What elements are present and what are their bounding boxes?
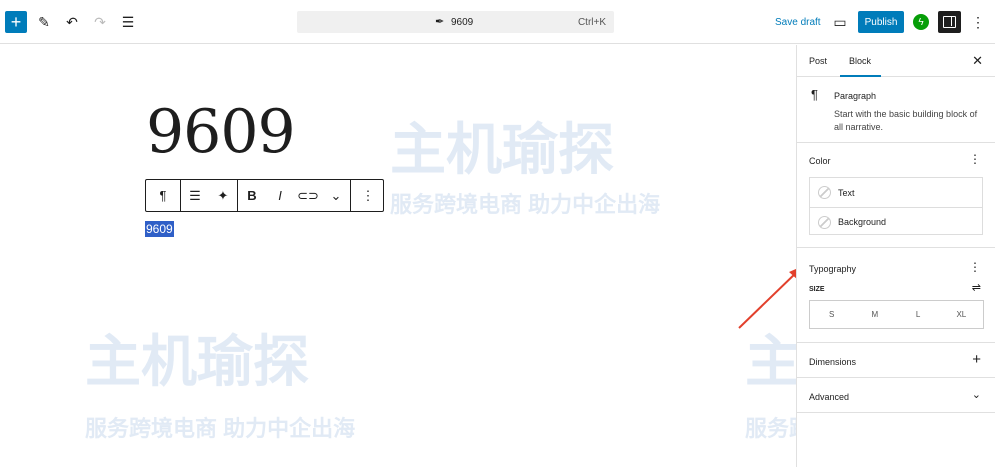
- chevron-down-icon[interactable]: ⌄: [972, 388, 981, 401]
- tab-post[interactable]: Post: [809, 56, 827, 66]
- typography-options-icon[interactable]: ⋮: [969, 260, 981, 274]
- settings-sidebar: Post Block ✕ ¶ Paragraph Start with the …: [796, 45, 995, 467]
- publish-button[interactable]: Publish: [858, 11, 904, 33]
- swatch-icon: [818, 215, 831, 229]
- redo-button[interactable]: ↷: [89, 11, 111, 33]
- color-options-icon[interactable]: ⋮: [969, 152, 981, 166]
- dimensions-title: Dimensions: [809, 357, 857, 367]
- dimensions-panel[interactable]: Dimensions +: [797, 343, 995, 378]
- advanced-panel[interactable]: Advanced ⌄: [797, 378, 995, 413]
- tab-block[interactable]: Block: [839, 56, 882, 77]
- command-palette[interactable]: ✒ 9609 Ctrl+K: [297, 11, 614, 33]
- settings-sidebar-toggle[interactable]: [938, 11, 961, 33]
- size-xl[interactable]: XL: [940, 301, 983, 328]
- color-background-item[interactable]: Background: [810, 207, 982, 236]
- tools-pencil-icon[interactable]: ✎: [33, 11, 55, 33]
- size-m[interactable]: M: [853, 301, 896, 328]
- document-title: 9609: [451, 17, 474, 28]
- color-text-label: Text: [838, 187, 855, 198]
- editor-canvas: 主机瑜探 服务跨境电商 助力中企出海 主机瑜探 服务跨境电商 助力中企出海 主机…: [0, 45, 995, 467]
- color-background-label: Background: [838, 217, 887, 227]
- align-icon[interactable]: ☰: [181, 180, 209, 211]
- paragraph-block[interactable]: 9609: [145, 221, 174, 237]
- watermark-slogan: 服务跨境电商 助力中企出海: [85, 416, 356, 441]
- bold-button[interactable]: B: [238, 180, 266, 211]
- color-panel-title: Color: [809, 156, 831, 166]
- size-label: SIZE: [809, 286, 825, 293]
- block-name: Paragraph: [834, 91, 877, 101]
- typography-panel-title: Typography: [809, 264, 857, 274]
- jetpack-icon[interactable]: ϟ: [913, 14, 929, 30]
- options-kebab-icon[interactable]: ⋮: [967, 11, 989, 33]
- block-toolbar: ¶ ☰ ✦ B I ⊂⊃ ⌄ ⋮: [145, 179, 384, 212]
- ai-sparkle-icon[interactable]: ✦: [209, 180, 237, 211]
- preview-laptop-icon[interactable]: ▭: [829, 11, 851, 33]
- link-icon[interactable]: ⊂⊃: [294, 180, 322, 211]
- swatch-icon: [818, 186, 831, 199]
- color-text-item[interactable]: Text: [810, 178, 982, 207]
- undo-button[interactable]: ↶: [61, 11, 83, 33]
- shortcut-hint: Ctrl+K: [577, 17, 606, 28]
- document-overview-button[interactable]: ☰: [117, 11, 139, 33]
- italic-button[interactable]: I: [266, 180, 294, 211]
- more-options-icon[interactable]: ⋮: [351, 180, 385, 211]
- post-title[interactable]: 9609: [146, 97, 296, 167]
- editor-header: + ✎ ↶ ↷ ☰ ✒ 9609 Ctrl+K Save draft ▭ Pub…: [0, 0, 995, 44]
- watermark-slogan: 服务跨境电商 助力中企出海: [390, 192, 661, 217]
- close-icon[interactable]: ✕: [972, 53, 983, 69]
- size-l[interactable]: L: [897, 301, 940, 328]
- size-settings-icon[interactable]: ⇌: [972, 281, 981, 294]
- plus-icon[interactable]: +: [972, 351, 981, 368]
- advanced-title: Advanced: [809, 392, 850, 402]
- paragraph-icon[interactable]: ¶: [146, 180, 180, 211]
- chevron-down-icon[interactable]: ⌄: [322, 180, 350, 211]
- watermark-brand: 主机瑜探: [85, 330, 309, 393]
- font-size-picker: S M L XL: [809, 300, 984, 329]
- watermark-brand: 主机瑜探: [390, 118, 614, 181]
- block-description: Start with the basic building block of a…: [834, 109, 978, 132]
- paragraph-icon: ¶: [811, 87, 818, 102]
- size-s[interactable]: S: [810, 301, 853, 328]
- save-draft-button[interactable]: Save draft: [775, 17, 821, 28]
- add-block-button[interactable]: +: [5, 11, 27, 33]
- feather-icon: ✒: [435, 16, 445, 28]
